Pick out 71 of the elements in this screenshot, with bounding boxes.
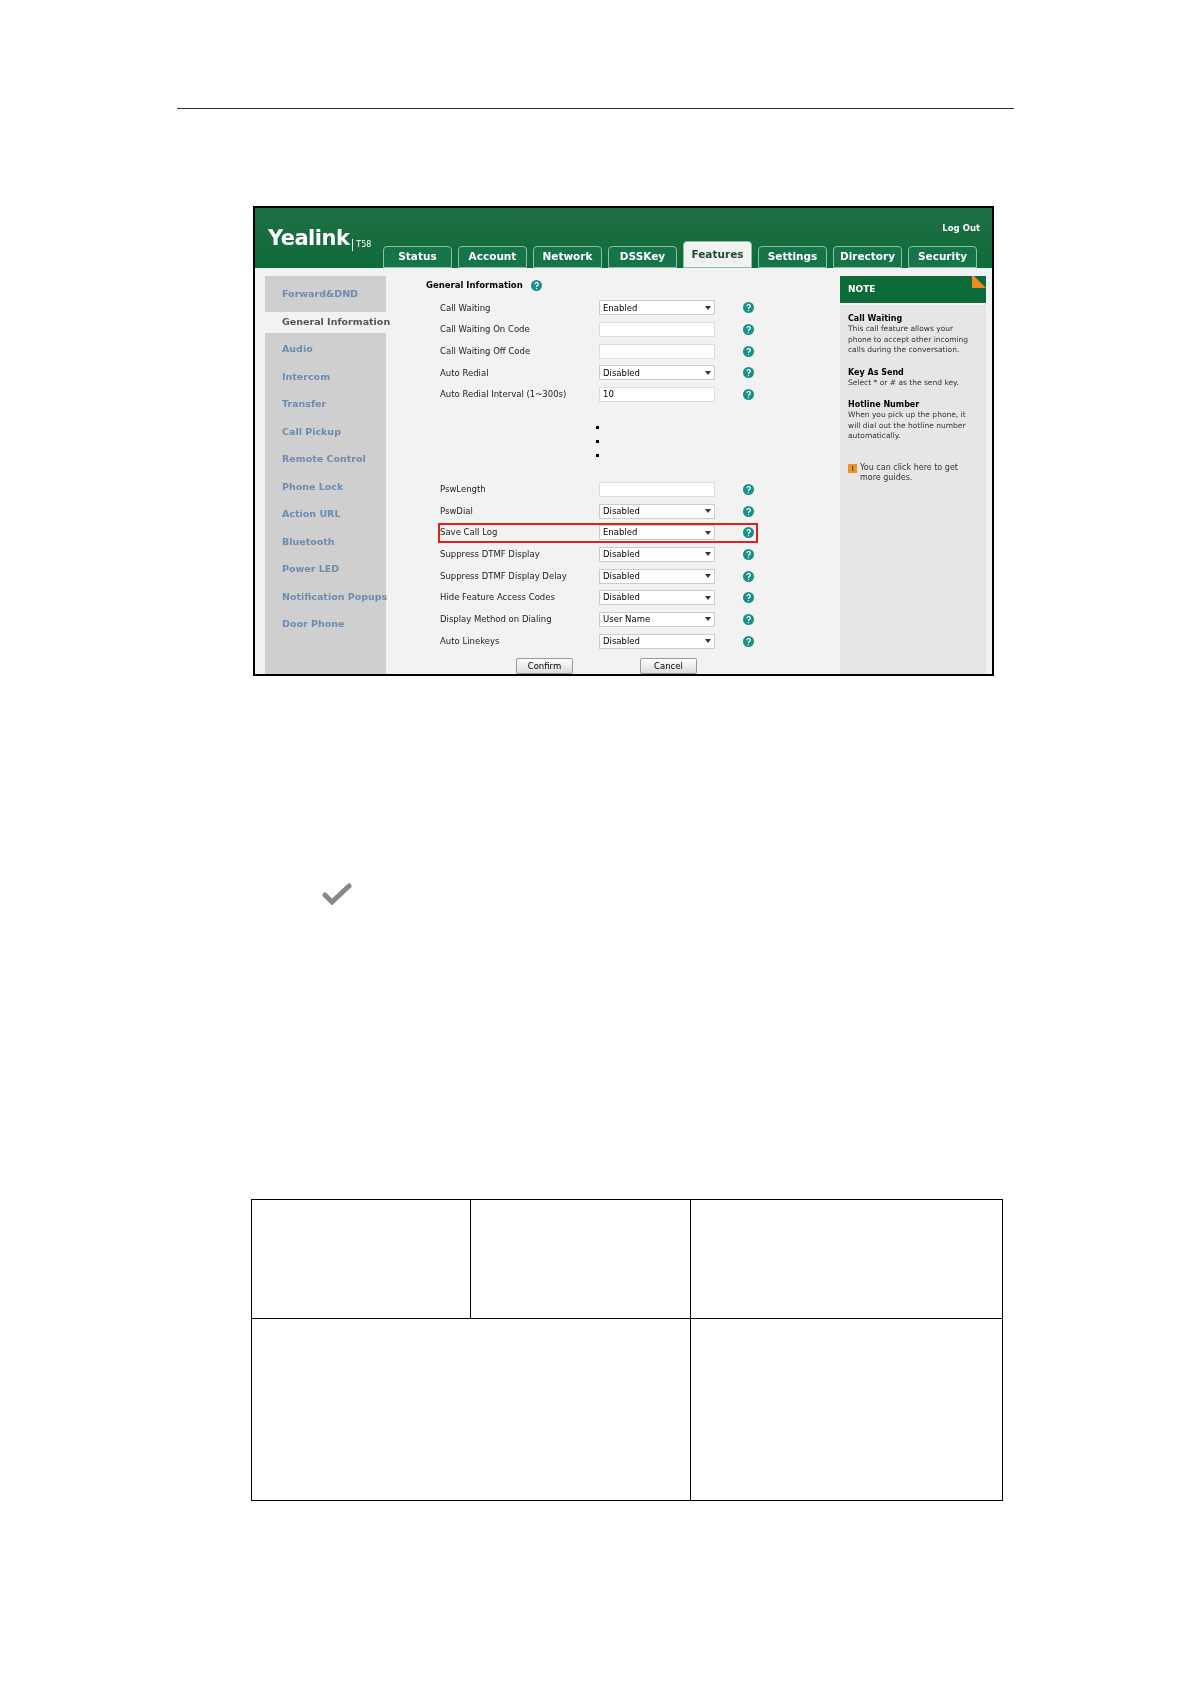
logo: Yealink (268, 228, 350, 249)
field-label: Display Method on Dialing (440, 613, 553, 626)
dropdown[interactable]: Disabled (599, 546, 715, 562)
caret-icon (705, 617, 711, 622)
help-icon[interactable] (530, 279, 542, 291)
help-icon[interactable] (743, 324, 754, 336)
checkmark-icon (322, 883, 352, 905)
field-label: Auto Linekeys (440, 634, 501, 648)
input-field[interactable] (599, 481, 715, 497)
caret-icon (705, 574, 711, 579)
field-label: Call Waiting Off Code (440, 344, 532, 358)
dropdown[interactable]: Disabled (599, 633, 715, 649)
field-label: PswDial (440, 504, 474, 518)
book-icon (848, 463, 857, 473)
note-heading: Call Waiting (848, 313, 904, 325)
dropdown[interactable]: Disabled (599, 503, 715, 519)
nav-tab[interactable]: Status (383, 246, 452, 269)
nav-tab[interactable]: Account (458, 246, 527, 269)
field-label: Suppress DTMF Display (440, 548, 541, 561)
section-title: General Information (426, 278, 523, 292)
field-label: Auto Redial Interval (1~300s) (440, 388, 568, 402)
nav-tab[interactable]: DSSKey (608, 246, 677, 269)
note-heading: Key As Send (848, 366, 905, 378)
corner-fold-icon (972, 276, 986, 289)
model-label: T58 (352, 239, 372, 251)
help-icon[interactable] (743, 345, 754, 357)
field-label: Save Call Log (440, 526, 499, 540)
caret-icon (705, 595, 711, 600)
nav-tab[interactable]: Settings (758, 246, 827, 269)
help-icon[interactable] (743, 483, 754, 495)
nav-tab[interactable]: Features (683, 241, 752, 269)
note-header: NOTE (840, 276, 986, 304)
field-label: Auto Redial (440, 366, 490, 380)
nav-tab[interactable]: Security (908, 246, 977, 269)
help-icon[interactable] (743, 592, 754, 604)
help-icon[interactable] (743, 613, 754, 625)
dropdown[interactable]: Enabled (599, 300, 715, 316)
input-field[interactable] (599, 343, 715, 359)
field-label: Suppress DTMF Display Delay (440, 569, 568, 583)
help-icon[interactable] (743, 635, 754, 647)
dropdown[interactable]: Disabled (599, 365, 715, 381)
caret-icon (705, 305, 711, 310)
field-label: Call Waiting On Code (440, 323, 531, 336)
field-label: Call Waiting (440, 301, 492, 315)
help-icon[interactable] (743, 505, 754, 517)
dropdown[interactable]: User Name (599, 611, 715, 627)
field-label: Hide Feature Access Codes (440, 591, 556, 605)
guide-link[interactable]: You can click here to get more guides. (860, 462, 978, 484)
help-icon[interactable] (743, 527, 754, 539)
dropdown[interactable]: Disabled (599, 590, 715, 606)
caret-icon (705, 639, 711, 644)
form-button[interactable]: Cancel (640, 658, 697, 674)
form-button[interactable]: Confirm (516, 658, 573, 674)
dropdown[interactable]: Disabled (599, 568, 715, 584)
caret-icon (705, 509, 711, 514)
help-icon[interactable] (743, 548, 754, 560)
dropdown[interactable]: Enabled (599, 525, 715, 541)
input-field[interactable]: 10 (599, 387, 715, 403)
help-icon[interactable] (743, 389, 754, 401)
help-icon[interactable] (743, 367, 754, 379)
nav-tab[interactable]: Network (533, 246, 602, 269)
note-heading: Hotline Number (848, 399, 921, 411)
logout-link[interactable]: Log Out (942, 223, 980, 233)
input-field[interactable] (599, 322, 715, 338)
help-icon[interactable] (743, 570, 754, 582)
caret-icon (705, 370, 711, 375)
help-icon[interactable] (743, 302, 754, 314)
field-label: PswLength (440, 482, 487, 496)
nav-tab[interactable]: Directory (833, 246, 902, 269)
caret-icon (705, 530, 711, 535)
caret-icon (705, 552, 711, 557)
